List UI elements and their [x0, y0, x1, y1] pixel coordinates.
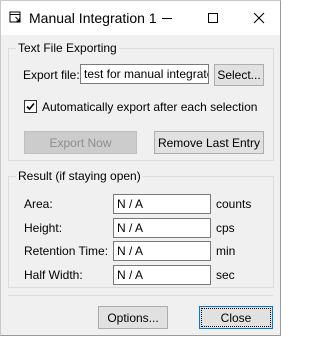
close-button[interactable]: Close: [199, 306, 273, 329]
retention-time-field[interactable]: N / A: [113, 241, 211, 261]
half-width-label: Half Width:: [24, 268, 83, 282]
export-file-field[interactable]: test for manual integrate se: [80, 64, 209, 84]
height-label: Height:: [24, 221, 63, 235]
half-width-field[interactable]: N / A: [113, 265, 211, 285]
auto-export-label: Automatically export after each selectio…: [42, 100, 258, 114]
export-file-label: Export file:: [23, 68, 80, 82]
height-unit: cps: [216, 221, 235, 235]
footer-divider: [8, 295, 273, 296]
window-title: Manual Integration 1: [29, 10, 157, 26]
area-field[interactable]: N / A: [113, 194, 211, 214]
manual-integration-window: Manual Integration 1 Text File Exporting…: [0, 0, 281, 336]
select-button[interactable]: Select...: [214, 64, 264, 86]
auto-export-checkbox[interactable]: [24, 100, 37, 113]
text-file-exporting-group: Text File Exporting Export file: test fo…: [8, 41, 274, 161]
group-legend: Text File Exporting: [16, 41, 119, 55]
title-bar[interactable]: Manual Integration 1: [1, 1, 280, 35]
app-window-icon: [9, 11, 21, 23]
close-window-button[interactable]: [236, 1, 282, 35]
half-width-unit: sec: [216, 268, 235, 282]
export-now-button[interactable]: Export Now: [24, 131, 137, 154]
remove-last-entry-button[interactable]: Remove Last Entry: [154, 131, 264, 154]
focus-rectangle: [201, 308, 271, 327]
area-label: Area:: [24, 197, 53, 211]
minimize-icon: [162, 18, 172, 19]
close-icon: [253, 12, 265, 24]
result-group: Result (if staying open) Area: N / A cou…: [8, 169, 274, 288]
area-unit: counts: [216, 197, 252, 211]
group-legend: Result (if staying open): [16, 169, 143, 183]
maximize-icon: [208, 13, 218, 23]
maximize-button[interactable]: [190, 1, 236, 35]
minimize-button[interactable]: [144, 1, 190, 35]
retention-time-label: Retention Time:: [24, 244, 109, 258]
retention-time-unit: min: [216, 244, 236, 258]
height-field[interactable]: N / A: [113, 218, 211, 238]
options-button[interactable]: Options...: [98, 306, 168, 329]
checkmark-icon: [26, 102, 35, 111]
dialog-client-area: Text File Exporting Export file: test fo…: [1, 35, 280, 335]
